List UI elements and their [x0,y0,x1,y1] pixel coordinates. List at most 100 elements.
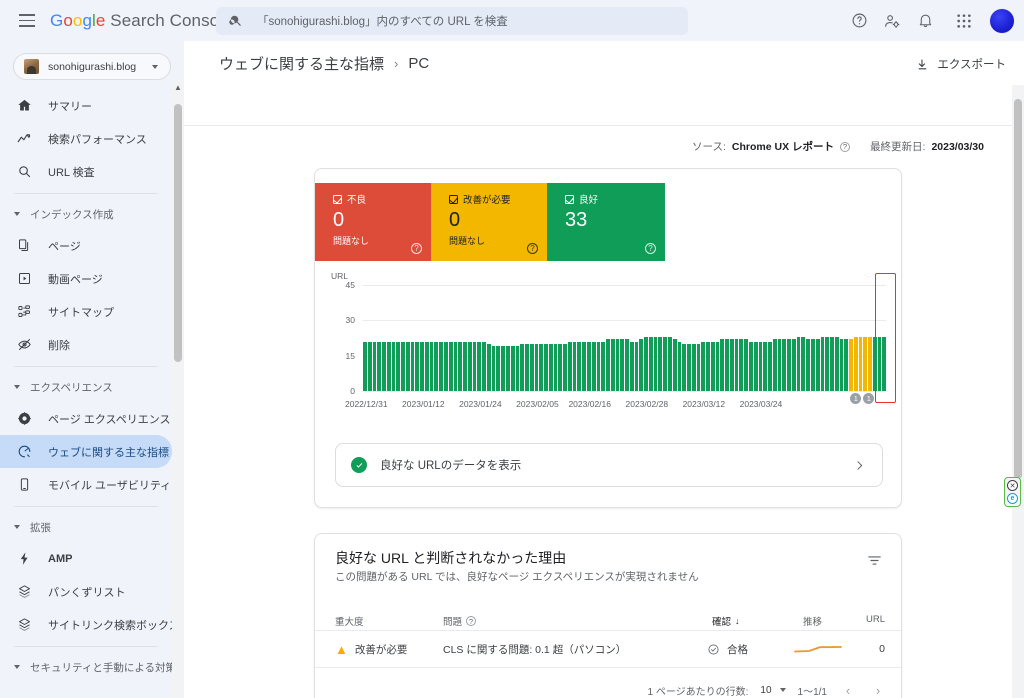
chart-bar[interactable] [830,336,834,391]
chart-bar[interactable] [467,341,472,391]
status-card-needs[interactable]: 改善が必要 0 問題なし? [431,183,547,261]
chart-bar[interactable] [691,343,696,391]
rows-per-page-select[interactable]: 10 [760,685,786,696]
chart-bar[interactable] [763,341,768,391]
main-vertical-scrollbar[interactable] [1012,85,1024,698]
chart-bar[interactable] [405,341,410,391]
chart-bar[interactable] [858,336,863,391]
chart-bar[interactable] [601,341,606,391]
chart-bar[interactable] [615,339,620,391]
chart-bar[interactable] [420,341,424,391]
sidebar-item-13[interactable]: AMP [0,542,172,575]
chart-bar[interactable] [553,343,558,391]
status-card-poor[interactable]: 不良 0 問題なし? [315,183,431,261]
chart-bar[interactable] [806,339,810,391]
next-page-button[interactable]: › [869,681,887,698]
sidebar-item-17[interactable]: 手動による対策 [0,682,172,689]
sidebar-item-2[interactable]: URL 検査 [0,155,172,188]
chart-bar[interactable] [687,343,691,391]
chart-bar[interactable] [791,339,796,391]
chart-bar[interactable] [586,341,591,391]
chart-bar[interactable] [606,339,610,391]
chart-bar[interactable] [734,339,739,391]
chart-bar[interactable] [663,336,667,391]
sidebar-item-0[interactable]: サマリー [0,89,172,122]
chart-bar[interactable] [710,341,715,391]
export-button[interactable]: エクスポート [916,56,1006,72]
chart-bar[interactable] [701,341,706,391]
source-help-icon[interactable]: ? [840,141,851,152]
chart-bar[interactable] [463,341,467,391]
chart-bar[interactable] [510,346,515,391]
chart-bar[interactable] [477,341,482,391]
chart-bar[interactable] [839,339,844,391]
chart-bar[interactable] [672,339,677,391]
chart-bar[interactable] [529,343,534,391]
chart-bar[interactable] [386,341,391,391]
chart-bar[interactable] [796,336,801,391]
chart-bar[interactable] [496,346,501,391]
chart-bar[interactable] [772,339,777,391]
floating-extension-widget[interactable]: ✕ e [1004,477,1021,507]
sidebar-item-5[interactable]: 動画ページ [0,262,172,295]
chart-bar[interactable] [729,339,734,391]
chart-bar[interactable] [491,346,496,391]
chart-bar[interactable] [563,343,567,391]
chart-bar[interactable] [677,341,682,391]
sidebar-item-14[interactable]: パンくずリスト [0,575,172,608]
chart-bar[interactable] [658,336,663,391]
chart-bar[interactable] [458,341,463,391]
help-icon[interactable] [846,8,872,34]
chart-bar[interactable] [410,341,415,391]
chart-bar[interactable] [744,339,749,391]
chart-bar[interactable] [720,339,725,391]
status-card-help-icon[interactable]: ? [527,243,538,254]
chart-bar[interactable] [377,341,382,391]
chart-bar[interactable] [539,343,544,391]
chart-bar[interactable] [396,341,401,391]
notifications-bell-icon[interactable] [912,8,938,34]
chart-bar[interactable] [482,341,486,391]
sidebar-item-6[interactable]: サイトマップ [0,295,172,328]
checkbox-icon[interactable] [449,194,458,204]
chart-bar[interactable] [391,341,396,391]
sidebar-group-8[interactable]: エクスペリエンス [0,372,172,402]
chart-bar[interactable] [834,336,839,391]
chart-bar[interactable] [363,341,367,391]
chart-bar[interactable] [453,341,458,391]
sidebar-group-12[interactable]: 拡張 [0,512,172,542]
sidebar-item-9[interactable]: ページ エクスペリエンス [0,402,172,435]
chart-bar[interactable] [372,341,377,391]
chart-bar[interactable] [739,339,744,391]
chart-bar[interactable] [501,346,505,391]
chart-bar[interactable] [844,339,849,391]
chart-bar[interactable] [591,341,596,391]
chart-bar[interactable] [863,336,868,391]
show-good-url-data-row[interactable]: 良好な URLのデータを表示 [335,443,883,487]
chart-bar[interactable] [382,341,386,391]
sidebar-item-10[interactable]: ウェブに関する主な指標 [0,435,172,468]
chart-bar[interactable] [548,343,553,391]
chart-bar[interactable] [725,339,729,391]
column-help-icon[interactable]: ? [466,616,477,626]
sidebar-item-1[interactable]: 検索パフォーマンス [0,122,172,155]
chart-bar[interactable] [853,336,858,391]
table-row[interactable]: ▲ 改善が必要 CLS に関する問題: 0.1 超（パソコン） 合格 0 [315,631,901,667]
chart-bar[interactable] [582,341,586,391]
chart-bar[interactable] [849,339,853,391]
close-circle-icon[interactable]: ✕ [1007,480,1018,491]
google-apps-icon[interactable] [951,8,977,34]
chart-bar[interactable] [486,343,491,391]
chart-bar[interactable] [429,341,434,391]
sidebar-group-3[interactable]: インデックス作成 [0,199,172,229]
chart-bar[interactable] [544,343,548,391]
chart-bar[interactable] [639,339,644,391]
chart-bar[interactable] [415,341,420,391]
extension-badge-icon[interactable]: e [1007,493,1018,504]
chart-bar[interactable] [787,339,791,391]
chart-bar[interactable] [620,339,625,391]
sidebar-item-7[interactable]: 削除 [0,328,172,361]
chart-bar[interactable] [448,341,453,391]
breadcrumb-root[interactable]: ウェブに関する主な指標 [219,53,384,74]
chart-bar[interactable] [401,341,405,391]
